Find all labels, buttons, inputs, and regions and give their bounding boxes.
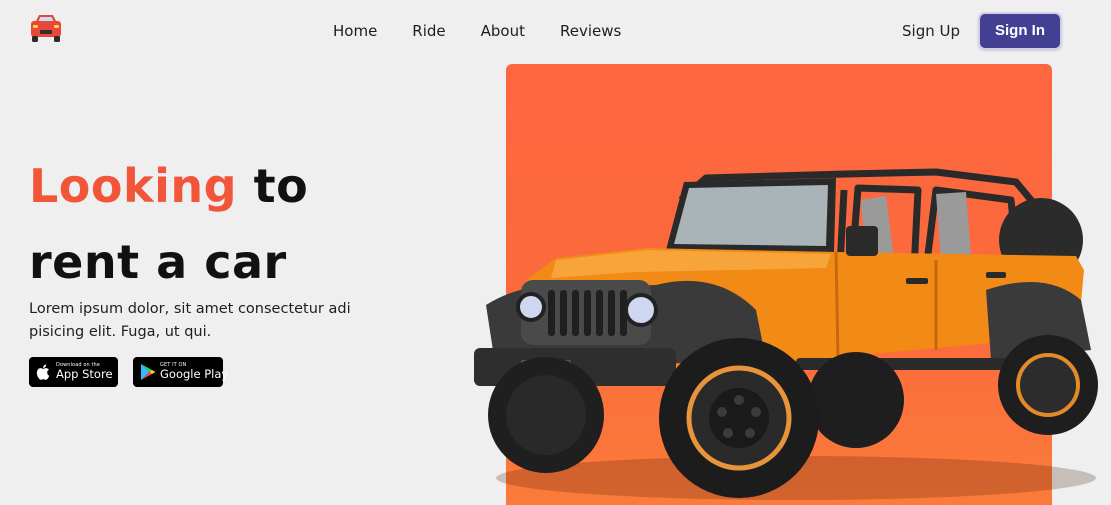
car-icon[interactable] <box>27 12 65 44</box>
store-buttons: Download on the App Store GET IT ON Goog… <box>29 357 228 387</box>
headline-rest: to <box>237 159 309 213</box>
sign-in-button[interactable]: Sign In <box>978 12 1062 50</box>
hero-headline: Looking to rent a car <box>29 148 308 300</box>
landing-page: Home Ride About Reviews Sign Up Sign In … <box>0 0 1111 505</box>
nav-link-home[interactable]: Home <box>333 22 377 40</box>
google-play-icon <box>141 364 156 380</box>
sign-up-link[interactable]: Sign Up <box>902 22 960 40</box>
google-play-label: Google Play <box>160 367 229 382</box>
headline-accent: Looking <box>29 159 238 213</box>
app-store-button[interactable]: Download on the App Store <box>29 357 118 387</box>
app-store-label: App Store <box>56 367 113 382</box>
nav-link-reviews[interactable]: Reviews <box>560 22 621 40</box>
nav-link-about[interactable]: About <box>481 22 525 40</box>
headline-line-1: Looking to <box>29 148 308 224</box>
headline-line-2: rent a car <box>29 235 287 289</box>
google-play-button[interactable]: GET IT ON Google Play <box>133 357 228 387</box>
nav-links: Home Ride About Reviews <box>333 22 656 40</box>
orange-jeep-image <box>474 168 1098 500</box>
hero-description: Lorem ipsum dolor, sit amet consectetur … <box>29 301 351 340</box>
apple-icon <box>36 364 50 380</box>
top-navbar: Home Ride About Reviews Sign Up Sign In <box>0 0 1111 62</box>
nav-link-ride[interactable]: Ride <box>412 22 445 40</box>
